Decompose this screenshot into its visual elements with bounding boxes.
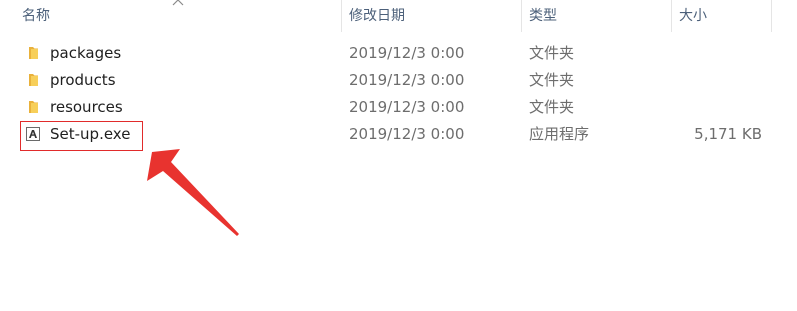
modified-date: 2019/12/3 0:00	[349, 71, 465, 89]
column-header-type[interactable]: 类型	[529, 0, 557, 32]
name-cell: resources	[20, 94, 320, 120]
folder-icon	[29, 101, 38, 113]
file-size	[680, 40, 762, 66]
column-divider[interactable]	[341, 0, 342, 32]
file-type: 文件夹	[529, 71, 575, 89]
file-row-resources[interactable]: resources 2019/12/3 0:00 文件夹	[20, 94, 780, 120]
file-size	[680, 94, 762, 120]
name-cell: products	[20, 67, 320, 93]
folder-icon	[29, 47, 38, 59]
file-type: 文件夹	[529, 98, 575, 116]
column-header-bar: 名称 修改日期 类型 大小	[0, 0, 797, 32]
sort-ascending-icon	[172, 0, 184, 6]
column-divider[interactable]	[771, 0, 772, 32]
annotation-highlight-box	[20, 121, 143, 151]
file-row-products[interactable]: products 2019/12/3 0:00 文件夹	[20, 67, 780, 93]
column-header-size[interactable]: 大小	[679, 0, 707, 32]
modified-date: 2019/12/3 0:00	[349, 44, 465, 62]
column-divider[interactable]	[521, 0, 522, 32]
file-size: 5,171 KB	[694, 125, 762, 143]
file-name: resources	[50, 98, 123, 116]
folder-icon	[29, 74, 38, 86]
column-header-name[interactable]: 名称	[22, 0, 50, 32]
modified-date: 2019/12/3 0:00	[349, 125, 465, 143]
file-explorer-window: 名称 修改日期 类型 大小 packages 2019/12/3 0:00 文件…	[0, 0, 797, 311]
name-cell: packages	[20, 40, 320, 66]
file-size	[680, 67, 762, 93]
file-row-packages[interactable]: packages 2019/12/3 0:00 文件夹	[20, 40, 780, 66]
file-type: 文件夹	[529, 44, 575, 62]
column-header-modified[interactable]: 修改日期	[349, 0, 405, 32]
column-divider[interactable]	[671, 0, 672, 32]
file-name: packages	[50, 44, 122, 62]
file-name: products	[50, 71, 116, 89]
modified-date: 2019/12/3 0:00	[349, 98, 465, 116]
file-type: 应用程序	[529, 125, 590, 143]
